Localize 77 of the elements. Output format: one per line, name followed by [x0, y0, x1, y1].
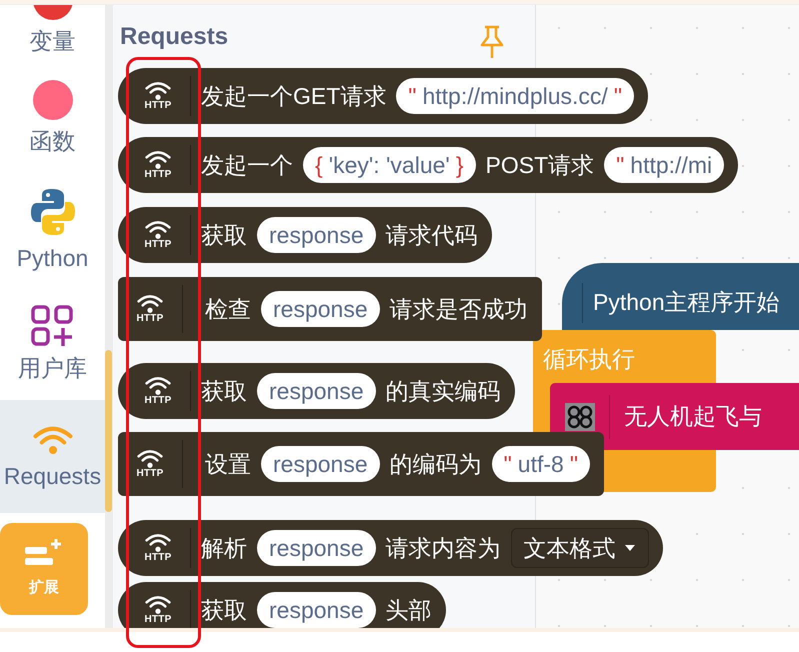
reporter-block[interactable]: HTTP 解析 response 请求内容为 文本格式	[118, 520, 663, 576]
wifi-icon	[145, 376, 171, 396]
block-label: 解析	[201, 534, 247, 563]
wifi-icon	[145, 220, 171, 240]
block-label: 获取	[201, 376, 247, 406]
wifi-icon	[145, 150, 171, 170]
block-label: 循环执行	[543, 346, 635, 372]
block-label: 检查	[205, 294, 251, 324]
block-label: 发起一个	[201, 150, 293, 180]
wifi-icon	[32, 424, 72, 454]
drone-icon	[565, 402, 595, 430]
category-item[interactable]: Python	[0, 173, 105, 285]
http-icon: HTTP	[136, 595, 180, 625]
block-label: 无人机起飞与	[624, 402, 762, 432]
caret-icon	[624, 544, 636, 552]
input-text: http://mi	[630, 150, 712, 180]
block-label: Python主程序开始	[593, 288, 780, 318]
flyout-title: Requests	[120, 22, 228, 52]
text-input[interactable]: " http://mi	[604, 147, 724, 183]
quote-mark: "	[408, 82, 416, 111]
quote-mark: "	[504, 450, 512, 479]
http-icon: HTTP	[136, 376, 180, 406]
quote-mark: "	[616, 150, 624, 180]
quote-mark: {	[315, 150, 323, 180]
block-label: 请求代码	[386, 220, 478, 250]
http-icon: HTTP	[136, 81, 180, 111]
text-input[interactable]: " http://mindplus.cc/ "	[396, 78, 634, 114]
input-text: http://mindplus.cc/	[422, 82, 608, 111]
block-label: POST请求	[486, 150, 594, 180]
block-label: 头部	[386, 596, 432, 625]
reporter-block[interactable]: HTTP 获取 response 的真实编码	[118, 363, 515, 419]
wifi-icon	[137, 449, 163, 469]
python-icon	[30, 187, 76, 237]
variable-field[interactable]: response	[261, 446, 380, 482]
reporter-block[interactable]: HTTP 获取 response 头部	[118, 582, 446, 628]
hat-block[interactable]: Python主程序开始	[562, 263, 799, 330]
wifi-icon	[145, 81, 171, 101]
wifi-icon	[145, 533, 171, 553]
command-block[interactable]: 无人机起飞与	[550, 383, 799, 450]
variable-field[interactable]: response	[257, 530, 376, 566]
wifi-icon	[137, 294, 163, 314]
variable-field[interactable]: response	[261, 291, 380, 327]
http-icon: HTTP	[136, 533, 180, 563]
format-dropdown[interactable]: 文本格式	[510, 528, 649, 568]
http-icon: HTTP	[136, 220, 180, 250]
block-label: 请求是否成功	[390, 294, 528, 324]
pin-icon[interactable]	[479, 25, 505, 59]
variable-field[interactable]: response	[257, 592, 376, 628]
text-input[interactable]: " utf-8 "	[492, 446, 590, 482]
quote-mark: }	[456, 150, 464, 180]
block-label: 获取	[201, 220, 247, 250]
quote-mark: "	[570, 450, 578, 479]
block-label: 的编码为	[390, 450, 482, 479]
command-block[interactable]: HTTP 检查 response 请求是否成功	[118, 277, 542, 341]
input-text: 'key': 'value'	[328, 150, 450, 180]
grid-plus-icon	[30, 304, 74, 346]
category-item[interactable]: Requests	[0, 400, 105, 513]
quote-mark: "	[614, 82, 622, 111]
input-text: utf-8	[518, 450, 564, 479]
scrollbar-thumb[interactable]	[105, 350, 112, 512]
variable-field[interactable]: response	[257, 373, 376, 409]
variable-field[interactable]: response	[257, 217, 376, 253]
reporter-block[interactable]: HTTP 发起一个GET请求 " http://mindplus.cc/ "	[118, 68, 648, 124]
block-label: 的真实编码	[386, 376, 501, 406]
category-item[interactable]: 变量	[0, 5, 105, 60]
http-icon: HTTP	[136, 150, 180, 180]
block-label: 发起一个GET请求	[201, 82, 386, 111]
dict-input[interactable]: { 'key': 'value' }	[303, 147, 476, 183]
block-label: 获取	[201, 596, 247, 625]
block-label: 设置	[205, 450, 251, 479]
reporter-block[interactable]: HTTP 获取 response 请求代码	[118, 207, 492, 263]
block-label: 请求内容为	[386, 534, 501, 563]
wifi-icon	[145, 595, 171, 615]
reporter-block[interactable]: HTTP 发起一个 { 'key': 'value' } POST请求 " http://mi	[118, 137, 738, 193]
category-item[interactable]: 用户库	[0, 285, 105, 400]
category-item[interactable]: 函数	[0, 60, 105, 173]
command-block[interactable]: HTTP 设置 response 的编码为 " utf-8 "	[118, 432, 604, 496]
